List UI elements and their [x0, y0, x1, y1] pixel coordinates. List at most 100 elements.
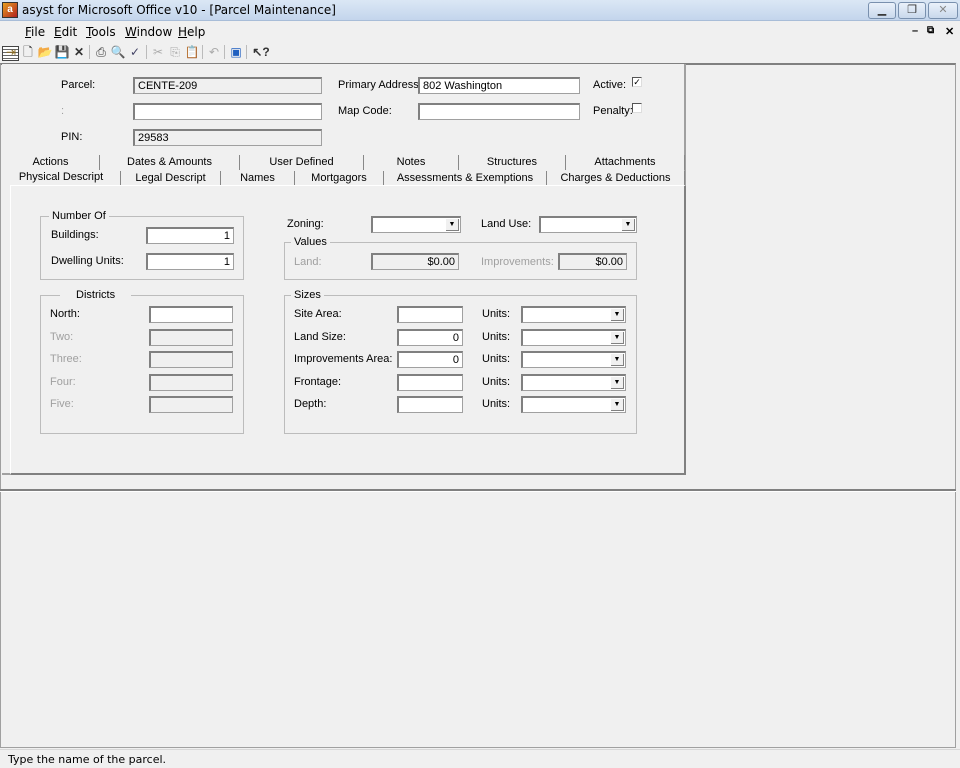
- close-button[interactable]: ✕: [928, 2, 958, 19]
- active-checkbox[interactable]: ✓: [632, 77, 642, 87]
- menu-window[interactable]: Window: [125, 25, 172, 39]
- pin-field[interactable]: 29583: [133, 129, 322, 146]
- status-bar: Type the name of the parcel.: [0, 749, 960, 768]
- buildings-field[interactable]: 1: [146, 227, 234, 244]
- land-value-field[interactable]: $0.00: [371, 253, 459, 270]
- new-icon[interactable]: 🗋: [20, 44, 36, 60]
- tab-names[interactable]: Names: [221, 171, 295, 186]
- chevron-down-icon[interactable]: ▼: [622, 219, 635, 231]
- restore-icon: ❐: [907, 4, 917, 16]
- district-three-field[interactable]: [149, 351, 233, 368]
- minimize-icon: ▁: [877, 4, 887, 16]
- land-size-units-dropdown[interactable]: ▼: [521, 329, 626, 346]
- paste-icon[interactable]: 📋: [184, 44, 200, 60]
- save-icon[interactable]: 💾: [54, 44, 70, 60]
- chevron-down-icon[interactable]: ▼: [611, 309, 624, 321]
- chevron-down-icon[interactable]: ▼: [446, 219, 459, 231]
- number-of-group: [40, 216, 244, 280]
- district-five-field[interactable]: [149, 396, 233, 413]
- tab-charges-deductions[interactable]: Charges & Deductions: [547, 171, 685, 186]
- print-icon[interactable]: ⎙: [93, 44, 109, 60]
- pane-splitter[interactable]: [0, 489, 956, 492]
- tab-user-defined[interactable]: User Defined: [240, 155, 364, 170]
- report-icon[interactable]: ▣: [228, 44, 244, 60]
- tab-physical-descript[interactable]: Physical Descript: [2, 170, 120, 185]
- delete-icon[interactable]: ✕: [71, 44, 87, 60]
- spell-check-icon[interactable]: ✓: [127, 44, 143, 60]
- tab-notes[interactable]: Notes: [364, 155, 459, 170]
- menu-file[interactable]: File: [25, 25, 45, 39]
- chevron-down-icon[interactable]: ▼: [611, 399, 624, 411]
- tab-attachments[interactable]: Attachments: [566, 155, 685, 170]
- dwelling-units-label: Dwelling Units:: [51, 255, 124, 267]
- frontage-units-dropdown[interactable]: ▼: [521, 374, 626, 391]
- primary-address-field[interactable]: 802 Washington: [418, 77, 580, 94]
- improvements-area-units-dropdown[interactable]: ▼: [521, 351, 626, 368]
- improvements-value-label: Improvements:: [481, 256, 554, 268]
- district-two-field[interactable]: [149, 329, 233, 346]
- site-area-units-label: Units:: [482, 308, 511, 320]
- district-four-field[interactable]: [149, 374, 233, 391]
- menu-edit-label: dit: [61, 25, 78, 39]
- tab-mortgagors[interactable]: Mortgagors: [295, 171, 384, 186]
- improvements-area-field[interactable]: 0: [397, 351, 463, 368]
- tab-legal-descript[interactable]: Legal Descript: [120, 171, 221, 186]
- land-use-label: Land Use:: [481, 218, 532, 230]
- sizes-title: Sizes: [291, 289, 324, 301]
- menu-edit[interactable]: Edit: [54, 25, 77, 39]
- minimize-button[interactable]: ▁: [868, 2, 896, 19]
- site-area-units-dropdown[interactable]: ▼: [521, 306, 626, 323]
- menu-tools[interactable]: Tools: [86, 25, 116, 39]
- parcel-label: Parcel:: [61, 79, 96, 91]
- copy-icon[interactable]: ⎘: [167, 44, 183, 60]
- mdi-restore-button[interactable]: ⧉: [927, 25, 934, 36]
- menu-file-label: ile: [31, 25, 46, 39]
- tab-assessments-exemptions[interactable]: Assessments & Exemptions: [384, 171, 547, 186]
- improvements-value-field[interactable]: $0.00: [558, 253, 627, 270]
- cut-icon[interactable]: ✂: [150, 44, 166, 60]
- toolbar-separator: [246, 45, 247, 59]
- menu-help[interactable]: Help: [178, 25, 205, 39]
- chevron-down-icon[interactable]: ▼: [611, 354, 624, 366]
- dwelling-units-field[interactable]: 1: [146, 253, 234, 270]
- menu-help-accel: H: [178, 25, 188, 39]
- site-area-label: Site Area:: [294, 308, 342, 320]
- exit-icon[interactable]: ⇥: [3, 44, 19, 60]
- print-preview-icon[interactable]: 🔍: [110, 44, 126, 60]
- secondary-field[interactable]: [133, 103, 322, 120]
- improvements-area-label: Improvements Area:: [294, 353, 393, 365]
- restore-button[interactable]: ❐: [898, 2, 926, 19]
- mdi-minimize-button[interactable]: –: [912, 25, 918, 37]
- tab-dates-amounts[interactable]: Dates & Amounts: [100, 155, 240, 170]
- parcel-field[interactable]: CENTE-209: [133, 77, 322, 94]
- frontage-field[interactable]: [397, 374, 463, 391]
- site-area-field[interactable]: [397, 306, 463, 323]
- district-north-label: North:: [50, 308, 80, 320]
- app-icon[interactable]: a: [2, 2, 18, 18]
- checkmark-icon: ✓: [633, 77, 641, 87]
- toolbar-separator: [202, 45, 203, 59]
- zoning-dropdown[interactable]: ▼: [371, 216, 461, 233]
- chevron-down-icon[interactable]: ▼: [611, 332, 624, 344]
- penalty-checkbox[interactable]: [632, 103, 642, 113]
- menu-window-label: indow: [136, 25, 173, 39]
- mdi-close-button[interactable]: ✕: [945, 25, 954, 38]
- help-pointer-icon[interactable]: ↖?: [249, 44, 273, 60]
- chevron-down-icon[interactable]: ▼: [611, 377, 624, 389]
- districts-title: Districts: [60, 289, 132, 301]
- tab-actions[interactable]: Actions: [2, 155, 100, 170]
- land-size-field[interactable]: 0: [397, 329, 463, 346]
- land-value-label: Land:: [294, 256, 322, 268]
- depth-units-dropdown[interactable]: ▼: [521, 396, 626, 413]
- primary-address-label: Primary Address: [338, 79, 419, 91]
- zoning-label: Zoning:: [287, 218, 324, 230]
- depth-field[interactable]: [397, 396, 463, 413]
- map-code-field[interactable]: [418, 103, 580, 120]
- district-north-field[interactable]: [149, 306, 233, 323]
- menu-tools-label: ools: [91, 25, 116, 39]
- window-title: asyst for Microsoft Office v10 - [Parcel…: [22, 3, 336, 17]
- land-use-dropdown[interactable]: ▼: [539, 216, 637, 233]
- tab-structures[interactable]: Structures: [459, 155, 566, 170]
- undo-icon[interactable]: ↶: [206, 44, 222, 60]
- open-icon[interactable]: 📂: [37, 44, 53, 60]
